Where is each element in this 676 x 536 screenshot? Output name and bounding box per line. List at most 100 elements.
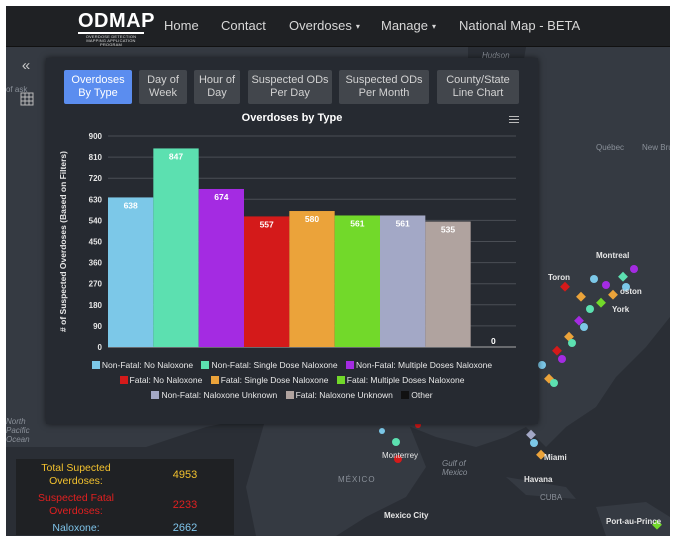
bar (244, 216, 290, 347)
y-tick-label: 180 (89, 301, 103, 310)
legend-label: Fatal: No Naloxone (129, 375, 203, 385)
legend-label: Fatal: Naloxone Unknown (295, 390, 393, 400)
legend-swatch (119, 376, 128, 384)
legend-label: Other (411, 390, 433, 400)
legend-swatch (401, 391, 410, 399)
bar-value-label: 0 (491, 336, 496, 346)
map-label-cuba: CUBA (540, 493, 563, 502)
nav-manage-dropdown[interactable]: Manage ▾ (381, 18, 436, 33)
map-label-mexico: MÉXICO (338, 475, 376, 484)
y-tick-label: 900 (89, 132, 103, 141)
layers-grid-icon[interactable] (20, 92, 34, 106)
nav-overdoses-label: Overdoses (289, 18, 352, 33)
nav-contact[interactable]: Contact (221, 18, 266, 33)
legend-label: Non-Fatal: No Naloxone (101, 360, 194, 370)
bar (198, 188, 244, 347)
legend-item[interactable]: Fatal: Naloxone Unknown (285, 390, 393, 400)
logo-subtitle: OVERDOSE DETECTION MAPPING APPLICATION P… (85, 34, 137, 47)
legend-swatch (210, 376, 219, 384)
legend-item[interactable]: Non-Fatal: No Naloxone (91, 360, 194, 370)
map-city-port-au-prince: Port-au-Prince (606, 517, 662, 526)
bar-value-label: 674 (214, 192, 228, 202)
legend-label: Fatal: Single Dose Naloxone (220, 375, 329, 385)
stat-fatal-value: 2233 (172, 499, 198, 511)
legend-row-3: Non-Fatal: Naloxone Unknown Fatal: Nalox… (46, 390, 538, 400)
bar (334, 215, 380, 347)
nav-overdoses-dropdown[interactable]: Overdoses ▾ (289, 18, 360, 33)
bar-value-label: 557 (260, 219, 274, 229)
nav-manage-label: Manage (381, 18, 428, 33)
map-city-montreal: Montreal (596, 251, 630, 260)
stat-total-value: 4953 (172, 469, 198, 481)
bar (380, 215, 426, 347)
y-tick-label: 720 (89, 174, 103, 183)
legend-item[interactable]: Fatal: Multiple Doses Naloxone (336, 375, 465, 385)
stats-panel: Total Supected Overdoses: 4953 Suspected… (16, 459, 234, 535)
legend-item[interactable]: Fatal: Single Dose Naloxone (210, 375, 329, 385)
legend-label: Non-Fatal: Multiple Doses Naloxone (356, 360, 493, 370)
stat-naloxone-label: Naloxone: (52, 522, 100, 534)
y-tick-label: 450 (89, 238, 103, 247)
bar-value-label: 847 (169, 151, 183, 161)
legend-item[interactable]: Non-Fatal: Single Dose Naloxone (201, 360, 338, 370)
legend-item[interactable]: Fatal: No Naloxone (119, 375, 203, 385)
legend-label: Non-Fatal: Naloxone Unknown (161, 390, 278, 400)
bar (289, 211, 335, 347)
bar (108, 197, 154, 347)
map-city-mexico-city: Mexico City (384, 511, 429, 520)
y-tick-label: 270 (89, 280, 103, 289)
legend-row-2: Fatal: No Naloxone Fatal: Single Dose Na… (46, 375, 538, 385)
top-navbar: ODMAP OVERDOSE DETECTION MAPPING APPLICA… (6, 6, 670, 47)
map-label-gulf-of-mexico: Gulf of Mexico (442, 459, 468, 477)
legend-item[interactable]: Non-Fatal: Multiple Doses Naloxone (346, 360, 492, 370)
stat-fatal-row: Suspected Fatal Overdoses: 2233 (16, 491, 234, 519)
legend-swatch (151, 391, 160, 399)
y-tick-label: 0 (98, 343, 103, 352)
stat-naloxone-row: Naloxone: 2662 (16, 521, 234, 535)
app-frame: ODMAP OVERDOSE DETECTION MAPPING APPLICA… (6, 6, 670, 536)
logo-title: ODMAP (78, 10, 155, 32)
legend-swatch (91, 361, 100, 369)
nav-home[interactable]: Home (164, 18, 199, 33)
legend-item[interactable]: Other (401, 390, 433, 400)
y-tick-label: 810 (89, 153, 103, 162)
map-city-havana: Havana (524, 475, 553, 484)
legend-label: Fatal: Multiple Doses Naloxone (346, 375, 465, 385)
y-tick-label: 360 (89, 259, 103, 268)
caret-down-icon: ▾ (355, 22, 360, 32)
nav-national-map[interactable]: National Map - BETA (459, 18, 580, 33)
map-label-north-pacific: North Pacific Ocean (6, 417, 30, 444)
stat-naloxone-value: 2662 (172, 522, 198, 534)
bar (153, 148, 199, 347)
legend-swatch (285, 391, 294, 399)
map-label-new-brunswick: New Brunswick (642, 143, 670, 152)
caret-down-icon: ▾ (431, 22, 436, 32)
double-chevron-left-icon[interactable]: « (16, 58, 36, 76)
bar-value-label: 638 (124, 200, 138, 210)
map-city-monterrey: Monterrey (382, 451, 419, 460)
stat-total-label: Total Supected Overdoses: (41, 462, 111, 487)
bar-value-label: 561 (396, 218, 410, 228)
stat-fatal-label: Suspected Fatal Overdoses: (38, 492, 114, 517)
bar-value-label: 580 (305, 214, 319, 224)
legend-item[interactable]: Non-Fatal: Naloxone Unknown (151, 390, 277, 400)
chart-panel: Overdoses By Type Day of Week Hour of Da… (46, 58, 538, 424)
stat-total-row: Total Supected Overdoses: 4953 (16, 461, 234, 489)
bar-value-label: 535 (441, 225, 455, 235)
map-city-new-york: York (612, 305, 630, 314)
legend-label: Non-Fatal: Single Dose Naloxone (211, 360, 338, 370)
legend-row-1: Non-Fatal: No Naloxone Non-Fatal: Single… (46, 360, 538, 370)
legend-swatch (201, 361, 210, 369)
map-city-toronto: Toron (548, 273, 571, 282)
y-tick-label: 630 (89, 195, 103, 204)
legend-swatch (336, 376, 345, 384)
bar (425, 221, 471, 347)
legend-swatch (346, 361, 355, 369)
map-city-miami: Miami (544, 453, 567, 462)
map-label-quebec: Québec (596, 143, 625, 152)
odmap-logo[interactable]: ODMAP OVERDOSE DETECTION MAPPING APPLICA… (78, 10, 155, 47)
bar-value-label: 561 (350, 218, 364, 228)
map-city-boston: oston (620, 287, 642, 296)
y-tick-label: 90 (93, 322, 102, 331)
y-axis-label: # of Suspected Overdoses (Based on Filte… (58, 151, 68, 332)
